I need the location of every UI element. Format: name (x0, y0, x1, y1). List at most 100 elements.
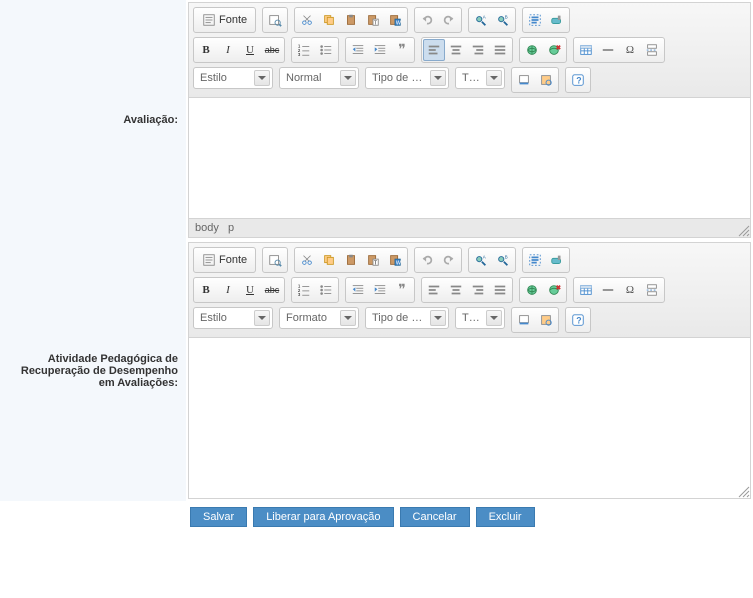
align-right-icon[interactable] (467, 279, 489, 301)
resize-handle[interactable] (736, 484, 750, 498)
special-char-icon[interactable]: Ω (619, 279, 641, 301)
bullet-list-icon[interactable] (315, 279, 337, 301)
redo-icon[interactable] (438, 249, 460, 271)
page-break-icon[interactable] (641, 279, 663, 301)
status-bar: body p (189, 218, 750, 237)
align-center-icon[interactable] (445, 39, 467, 61)
delete-button[interactable]: Excluir (476, 507, 535, 527)
svg-text:3: 3 (298, 292, 301, 297)
table-icon[interactable] (575, 279, 597, 301)
table-icon[interactable] (575, 39, 597, 61)
outdent-icon[interactable] (347, 279, 369, 301)
size-label: T… (462, 72, 480, 84)
underline-icon[interactable]: U (239, 39, 261, 61)
svg-text:3: 3 (298, 52, 301, 57)
select-all-icon[interactable] (524, 9, 546, 31)
size-dropdown[interactable]: T… (455, 67, 505, 89)
undo-icon[interactable] (416, 9, 438, 31)
source-button[interactable]: Fonte (195, 249, 254, 271)
help-icon[interactable]: ? (567, 69, 589, 91)
text-color-icon[interactable] (513, 69, 535, 91)
style-dropdown[interactable]: Estilo (193, 67, 273, 89)
align-left-icon[interactable] (423, 279, 445, 301)
edit-area[interactable] (189, 98, 750, 218)
find-icon[interactable]: A (470, 9, 492, 31)
preview-icon[interactable] (264, 9, 286, 31)
paste-icon[interactable] (340, 249, 362, 271)
page-break-icon[interactable] (641, 39, 663, 61)
numbered-list-icon[interactable]: 123 (293, 279, 315, 301)
paste-word-icon[interactable]: W (384, 249, 406, 271)
numbered-list-icon[interactable]: 123 (293, 39, 315, 61)
font-dropdown[interactable]: Tipo de … (365, 307, 449, 329)
replace-icon[interactable]: B (492, 9, 514, 31)
paste-icon[interactable] (340, 9, 362, 31)
strike-icon[interactable]: abc (261, 279, 283, 301)
align-right-icon[interactable] (467, 39, 489, 61)
unlink-icon[interactable] (543, 39, 565, 61)
save-button[interactable]: Salvar (190, 507, 247, 527)
style-dropdown[interactable]: Estilo (193, 307, 273, 329)
bold-icon[interactable]: B (195, 279, 217, 301)
cancel-button[interactable]: Cancelar (400, 507, 470, 527)
cut-icon[interactable] (296, 249, 318, 271)
align-left-icon[interactable] (423, 39, 445, 61)
bullet-list-icon[interactable] (315, 39, 337, 61)
edit-area[interactable] (189, 338, 750, 498)
help-icon[interactable]: ? (567, 309, 589, 331)
align-justify-icon[interactable] (489, 279, 511, 301)
underline-icon[interactable]: U (239, 279, 261, 301)
copy-icon[interactable] (318, 9, 340, 31)
resize-handle[interactable] (736, 223, 750, 237)
paste-word-icon[interactable]: W (384, 9, 406, 31)
bg-color-icon[interactable] (535, 309, 557, 331)
size-dropdown[interactable]: T… (455, 307, 505, 329)
bold-icon[interactable]: B (195, 39, 217, 61)
path-p[interactable]: p (228, 222, 234, 234)
svg-text:B: B (505, 14, 508, 19)
release-approval-button[interactable]: Liberar para Aprovação (253, 507, 393, 527)
outdent-icon[interactable] (347, 39, 369, 61)
format-dropdown[interactable]: Formato (279, 307, 359, 329)
format-label: Normal (286, 72, 321, 84)
align-justify-icon[interactable] (489, 39, 511, 61)
cut-icon[interactable] (296, 9, 318, 31)
paste-text-icon[interactable]: T (362, 249, 384, 271)
link-icon[interactable] (521, 39, 543, 61)
editor-avaliacao: Fonte T W (188, 2, 751, 238)
format-dropdown[interactable]: Normal (279, 67, 359, 89)
special-char-icon[interactable]: Ω (619, 39, 641, 61)
font-label: Tipo de … (372, 72, 422, 84)
unlink-icon[interactable] (543, 279, 565, 301)
paste-text-icon[interactable]: T (362, 9, 384, 31)
indent-icon[interactable] (369, 279, 391, 301)
italic-icon[interactable]: I (217, 279, 239, 301)
text-color-icon[interactable] (513, 309, 535, 331)
indent-icon[interactable] (369, 39, 391, 61)
size-label: T… (462, 312, 480, 324)
replace-icon[interactable]: B (492, 249, 514, 271)
undo-icon[interactable] (416, 249, 438, 271)
svg-text:?: ? (576, 316, 581, 326)
strike-icon[interactable]: abc (261, 39, 283, 61)
blockquote-icon[interactable]: ❞ (391, 39, 413, 61)
italic-icon[interactable]: I (217, 39, 239, 61)
svg-text:A: A (483, 14, 486, 19)
preview-icon[interactable] (264, 249, 286, 271)
source-button[interactable]: Fonte (195, 9, 254, 31)
remove-format-icon[interactable] (546, 249, 568, 271)
blockquote-icon[interactable]: ❞ (391, 279, 413, 301)
redo-icon[interactable] (438, 9, 460, 31)
align-center-icon[interactable] (445, 279, 467, 301)
find-icon[interactable]: A (470, 249, 492, 271)
svg-text:W: W (396, 20, 401, 26)
remove-format-icon[interactable] (546, 9, 568, 31)
font-dropdown[interactable]: Tipo de … (365, 67, 449, 89)
copy-icon[interactable] (318, 249, 340, 271)
hr-icon[interactable] (597, 39, 619, 61)
select-all-icon[interactable] (524, 249, 546, 271)
path-body[interactable]: body (195, 222, 219, 234)
hr-icon[interactable] (597, 279, 619, 301)
link-icon[interactable] (521, 279, 543, 301)
bg-color-icon[interactable] (535, 69, 557, 91)
